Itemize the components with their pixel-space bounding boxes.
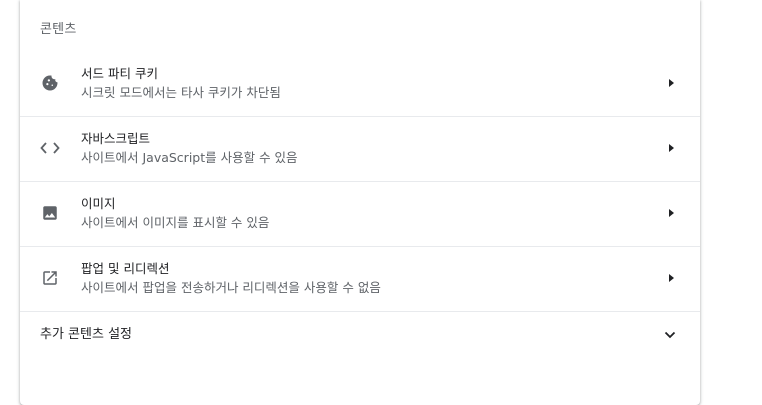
row-label: 서드 파티 쿠키 [81, 66, 158, 81]
more-content-settings-toggle[interactable]: 추가 콘텐츠 설정 [20, 311, 700, 359]
row-description: 사이트에서 JavaScript를 사용할 수 있음 [81, 150, 298, 165]
section-title: 콘텐츠 [40, 22, 77, 37]
open-in-new-icon [40, 268, 60, 288]
row-label: 팝업 및 리디렉션 [81, 261, 170, 276]
arrow-right-icon [669, 144, 674, 152]
row-divider [20, 246, 700, 247]
arrow-right-icon [669, 209, 674, 217]
row-label: 자바스크립트 [81, 131, 151, 146]
cookie-icon [40, 73, 60, 93]
settings-row-popups[interactable]: 팝업 및 리디렉션 사이트에서 팝업을 전송하거나 리디렉션을 사용할 수 없음 [20, 246, 700, 311]
row-divider [20, 181, 700, 182]
arrow-right-icon [669, 79, 674, 87]
row-divider [20, 311, 700, 312]
row-divider [20, 116, 700, 117]
image-icon [40, 203, 60, 223]
settings-row-images[interactable]: 이미지 사이트에서 이미지를 표시할 수 있음 [20, 181, 700, 246]
chevron-down-icon [662, 327, 678, 343]
row-description: 시크릿 모드에서는 타사 쿠키가 차단됨 [81, 85, 281, 100]
content-settings-card: 콘텐츠 서드 파티 쿠키 시크릿 모드에서는 타사 쿠키가 차단됨 자바스크립트… [20, 0, 700, 405]
row-label: 이미지 [81, 196, 116, 211]
arrow-right-icon [669, 274, 674, 282]
more-content-settings-label: 추가 콘텐츠 설정 [40, 327, 132, 342]
settings-row-third-party-cookies[interactable]: 서드 파티 쿠키 시크릿 모드에서는 타사 쿠키가 차단됨 [20, 51, 700, 116]
row-description: 사이트에서 이미지를 표시할 수 있음 [81, 215, 270, 230]
row-description: 사이트에서 팝업을 전송하거나 리디렉션을 사용할 수 없음 [81, 280, 381, 295]
settings-row-javascript[interactable]: 자바스크립트 사이트에서 JavaScript를 사용할 수 있음 [20, 116, 700, 181]
code-icon [40, 138, 60, 158]
